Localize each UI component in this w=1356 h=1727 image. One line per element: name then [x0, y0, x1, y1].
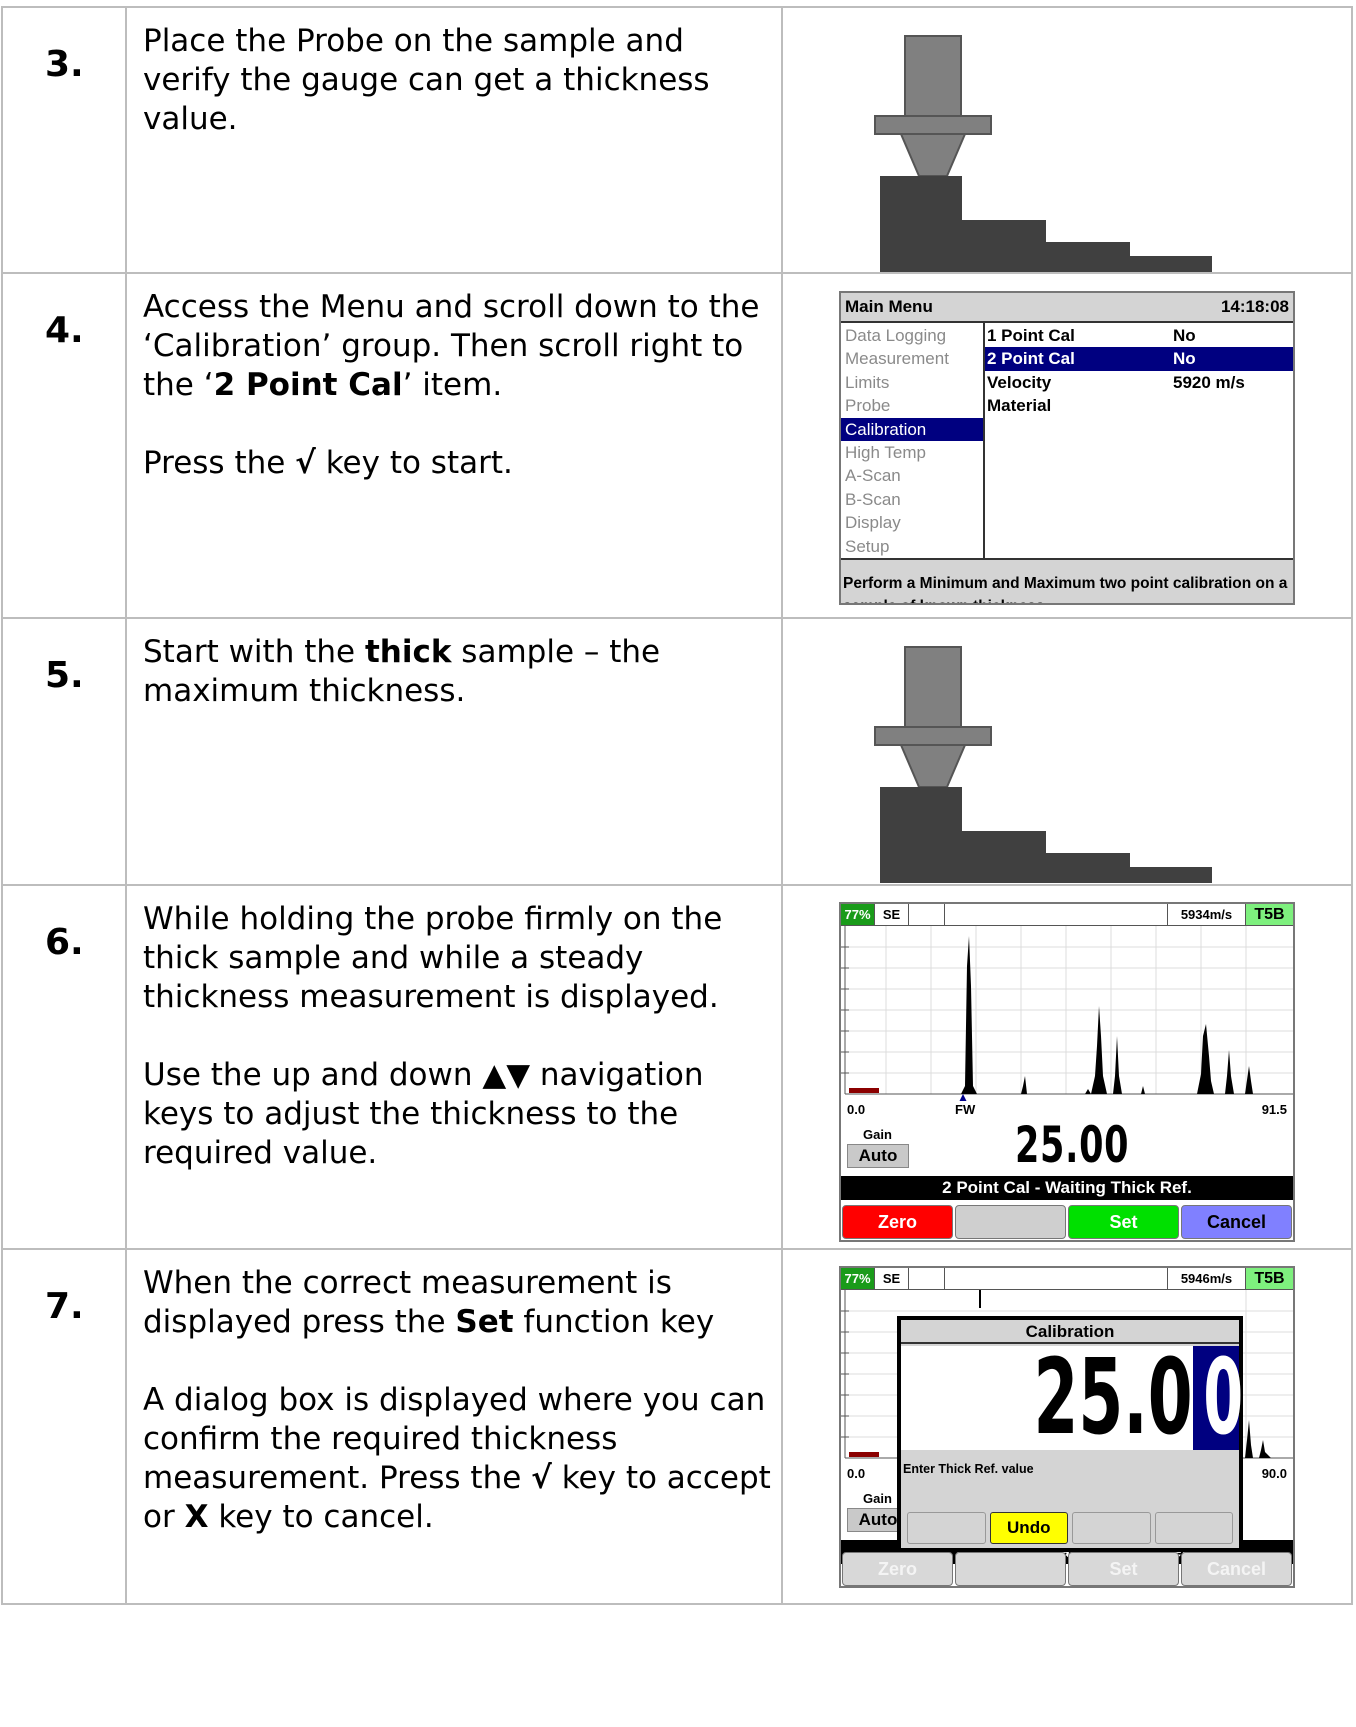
zero-key[interactable]: Zero [842, 1205, 953, 1239]
instruction-table: 3. Place the Probe on the sample and ver… [1, 6, 1353, 1605]
gain-label: Gain [863, 1127, 892, 1142]
step-paragraph: Start with the thick sample – the maximu… [143, 634, 661, 709]
probe-on-thick-sample-image [874, 646, 1212, 883]
gain-auto-button[interactable]: Auto [847, 1144, 909, 1168]
menu-item-selected[interactable]: 2 Point Cal No [985, 347, 1293, 371]
blank-key[interactable] [955, 1552, 1066, 1586]
probe-type-badge: T5B [1245, 1268, 1293, 1289]
menu-group-item[interactable]: B-Scan [841, 488, 983, 511]
probe-illustration [781, 6, 1353, 274]
step-number: 3. [1, 6, 127, 274]
menu-item[interactable]: Velocity 5920 m/s [985, 371, 1293, 394]
cancel-key[interactable]: Cancel [1181, 1552, 1292, 1586]
calibration-status-bar: 2 Point Cal - Waiting Thick Ref. [841, 1176, 1293, 1200]
status-strip: 77% SE 5934m/s T5B [841, 904, 1293, 926]
step-row-5: 5. Start with the thick sample – the max… [1, 617, 1353, 886]
probe-type-badge: T5B [1245, 904, 1293, 925]
axis-end-label: 90.0 [1261, 1466, 1287, 1481]
probe-on-sample-image [874, 35, 1212, 272]
step-row-3: 3. Place the Probe on the sample and ver… [1, 6, 1353, 274]
mode-indicator: SE [874, 904, 908, 925]
menu-group-item[interactable]: High Temp [841, 441, 983, 464]
dialog-key-row: Undo [905, 1512, 1235, 1544]
calibration-dialog: Calibration 25.0 0 Enter Thick Ref. valu… [897, 1316, 1243, 1552]
menu-group-item[interactable]: Limits [841, 371, 983, 394]
function-key-row: Zero Set Cancel [841, 1205, 1293, 1239]
cancel-key[interactable]: Cancel [1181, 1205, 1292, 1239]
step-text: Start with the thick sample – the maximu… [125, 617, 783, 886]
ascan-waveform [841, 926, 1293, 1101]
step-paragraph: Use the up and down ▲▼ navigation keys t… [143, 1057, 704, 1171]
blank-key[interactable] [955, 1205, 1066, 1239]
status-strip: 77% SE 5946m/s T5B [841, 1268, 1293, 1290]
dialog-value-field[interactable]: 25.0 0 [901, 1342, 1243, 1452]
gain-label: Gain [863, 1491, 892, 1506]
axis-start-label: 0.0 [847, 1466, 866, 1481]
dialog-prompt: Enter Thick Ref. value [903, 1462, 1034, 1476]
ascan-screenshot: 77% SE 5934m/s T5B 0.0 FW 91.5 Gain Auto… [781, 884, 1353, 1250]
menu-group-item[interactable]: Data Logging [841, 324, 983, 347]
step-text: Place the Probe on the sample and verify… [125, 6, 783, 274]
menu-item[interactable]: 1 Point Cal No [985, 324, 1293, 347]
step-paragraph: Access the Menu and scroll down to the ‘… [143, 289, 760, 403]
device-screen: 77% SE 5934m/s T5B 0.0 FW 91.5 Gain Auto… [839, 902, 1295, 1242]
step-number: 6. [1, 884, 127, 1250]
menu-group-item-selected[interactable]: Calibration [841, 417, 983, 441]
menu-group-item[interactable]: Display [841, 511, 983, 534]
device-screen: Main Menu 14:18:08 Data Logging Measurem… [839, 291, 1295, 605]
battery-indicator: 77% [841, 1268, 874, 1289]
menu-group-item[interactable]: Measurement [841, 347, 983, 370]
axis-start-label: 0.0 [847, 1102, 866, 1117]
step-number: 4. [1, 272, 127, 619]
velocity-readout: 5946m/s [1167, 1268, 1245, 1289]
menu-item-list: 1 Point Cal No 2 Point Cal No Velocity 5920… [985, 323, 1293, 558]
menu-description: Perform a Minimum and Maximum two point … [841, 558, 1293, 603]
dialog-blank-key[interactable] [907, 1512, 986, 1544]
step-text: While holding the probe firmly on the th… [125, 884, 783, 1250]
velocity-readout: 5934m/s [1167, 904, 1245, 925]
function-key-row: Zero Set Cancel [841, 1552, 1293, 1586]
menu-item[interactable]: Material [985, 394, 1293, 417]
menu-group-item[interactable]: Setup [841, 535, 983, 558]
step-number: 7. [1, 1248, 127, 1605]
step-row-4: 4. Access the Menu and scroll down to th… [1, 272, 1353, 619]
zero-key[interactable]: Zero [842, 1552, 953, 1586]
menu-title: Main Menu [845, 297, 933, 316]
clock: 14:18:08 [1220, 297, 1289, 316]
step-number: 5. [1, 617, 127, 886]
menu-group-item[interactable]: A-Scan [841, 464, 983, 487]
menu-title-bar: Main Menu 14:18:08 [841, 293, 1293, 323]
step-row-7: 7. When the correct measurement is displ… [1, 1248, 1353, 1605]
dialog-blank-key[interactable] [1072, 1512, 1151, 1544]
mode-indicator: SE [874, 1268, 908, 1289]
gate-label: FW [955, 1102, 976, 1117]
dialog-blank-key[interactable] [1154, 1512, 1233, 1544]
probe-illustration [781, 617, 1353, 886]
step-text: When the correct measurement is displaye… [125, 1248, 783, 1605]
calibration-dialog-screenshot: 77% SE 5946m/s T5B 0.0 90.0 Gain Auto Ze… [781, 1248, 1353, 1605]
main-menu-screenshot: Main Menu 14:18:08 Data Logging Measurem… [781, 272, 1353, 619]
step-paragraph: Place the Probe on the sample and verify… [143, 23, 710, 137]
menu-group-list: Data Logging Measurement Limits Probe Ca… [841, 323, 985, 558]
battery-indicator: 77% [841, 904, 874, 925]
device-screen: 77% SE 5946m/s T5B 0.0 90.0 Gain Auto Ze… [839, 1266, 1295, 1588]
axis-end-label: 91.5 [1261, 1102, 1287, 1117]
step-paragraph: Press the √ key to start. [143, 445, 513, 481]
set-key[interactable]: Set [1068, 1552, 1179, 1586]
step-text: Access the Menu and scroll down to the ‘… [125, 272, 783, 619]
set-key[interactable]: Set [1068, 1205, 1179, 1239]
step-row-6: 6. While holding the probe firmly on the… [1, 884, 1353, 1250]
step-paragraph: When the correct measurement is displaye… [143, 1265, 715, 1340]
undo-button[interactable]: Undo [989, 1512, 1068, 1544]
thickness-reading: 25.00 [1015, 1116, 1130, 1174]
step-paragraph: A dialog box is displayed where you can … [143, 1382, 771, 1535]
dialog-value: 25.0 [1033, 1336, 1193, 1458]
menu-group-item[interactable]: Probe [841, 394, 983, 417]
step-paragraph: While holding the probe firmly on the th… [143, 901, 723, 1015]
digit-cursor[interactable]: 0 [1193, 1342, 1243, 1452]
